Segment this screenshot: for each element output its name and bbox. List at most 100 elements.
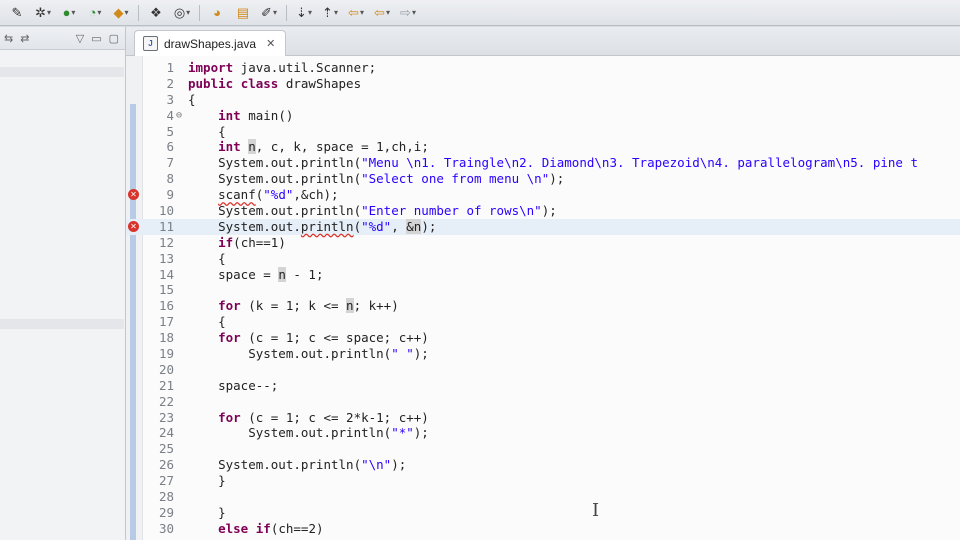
code-line[interactable]: 16 for (k = 1; k <= n; k++) xyxy=(126,298,960,314)
code-line[interactable]: 27 } xyxy=(126,473,960,489)
code-line[interactable]: ✕ 11 System.out.println("%d", &n); xyxy=(126,218,960,235)
code-line[interactable]: 24 System.out.println("*"); xyxy=(126,425,960,441)
gear-icon[interactable]: ✲ ▾ xyxy=(32,4,54,22)
code-line[interactable]: 3{ xyxy=(126,92,960,108)
wand-icon[interactable]: ✐ ▾ xyxy=(258,4,280,22)
minimize-icon[interactable]: ▭ xyxy=(91,32,101,45)
line-number: 16 xyxy=(158,298,174,314)
open-task-icon[interactable]: ◕ xyxy=(206,4,228,22)
code-line[interactable]: ✕ 9 scanf("%d",&ch); xyxy=(126,187,960,203)
code-line[interactable]: 21 space--; xyxy=(126,378,960,394)
line-number: 9 xyxy=(166,187,174,203)
code-text: } xyxy=(188,473,226,489)
tab-drawshapes-java[interactable]: J drawShapes.java ✕ xyxy=(134,30,287,56)
next-annotation-icon[interactable]: ⇡ ▾ xyxy=(319,4,341,22)
code-text: { xyxy=(188,250,226,266)
line-number: 7 xyxy=(166,155,174,171)
code-line[interactable]: 23 for (c = 1; c <= 2*k-1; c++) xyxy=(126,410,960,426)
code-line[interactable]: 10 System.out.println("Enter number of r… xyxy=(126,203,960,219)
annotation-icon[interactable]: ⇣ ▾ xyxy=(293,4,315,22)
line-number: 22 xyxy=(158,393,174,409)
code-line[interactable]: 19 System.out.println(" "); xyxy=(126,346,960,362)
line-number: 14 xyxy=(158,266,174,282)
code-text: { xyxy=(188,314,226,330)
code-line[interactable]: 5 { xyxy=(126,124,960,140)
search-icon[interactable]: ◎ ▾ xyxy=(171,4,193,22)
package-explorer-panel: ⇆ ⇄ ▽ ▭ ▢ xyxy=(0,27,126,540)
code-text: int n, c, k, space = 1,ch,i; xyxy=(218,139,429,155)
maximize-icon[interactable]: ▢ xyxy=(109,32,119,45)
line-number: 20 xyxy=(158,361,174,377)
run-icon[interactable]: ● ▾ xyxy=(58,4,80,22)
code-line[interactable]: 13 { xyxy=(126,251,960,267)
error-marker-icon[interactable]: ✕ xyxy=(128,189,139,201)
line-number: 21 xyxy=(158,377,174,393)
code-line[interactable]: 30 else if(ch==2) xyxy=(126,521,960,537)
code-text: System.out.println(" "); xyxy=(188,346,429,362)
tab-label: drawShapes.java xyxy=(164,36,257,51)
back-icon[interactable]: ⇦ ▾ xyxy=(345,4,367,22)
code-line[interactable]: 20 xyxy=(126,362,960,378)
toolbar-separator xyxy=(138,4,139,21)
toolbar-separator xyxy=(199,4,200,21)
tree-row[interactable] xyxy=(0,319,124,329)
tree-row[interactable] xyxy=(0,67,124,77)
code-line[interactable]: 2 public class drawShapes xyxy=(126,76,960,92)
code-text: System.out.println("Enter number of rows… xyxy=(188,203,557,219)
code-line[interactable]: 6 int n, c, k, space = 1,ch,i; xyxy=(126,139,960,155)
code-text: System.out.println("\n"); xyxy=(188,457,407,473)
code-line[interactable]: 4 ⊖ int main() xyxy=(126,108,960,124)
new-class-icon[interactable]: ◔ ▾ xyxy=(84,4,106,22)
code-editor[interactable]: 1 import java.util.Scanner; 2 public class … xyxy=(126,56,960,540)
line-number: 17 xyxy=(158,314,174,330)
brush-icon[interactable]: ▤ xyxy=(232,4,254,22)
code-text: else if(ch==2) xyxy=(218,520,324,536)
toolbar-separator xyxy=(286,4,287,21)
line-number: 10 xyxy=(158,203,174,219)
line-number: 5 xyxy=(166,123,174,139)
new-package-icon[interactable]: ◆ ▾ xyxy=(110,4,132,22)
editor-tab-row: J drawShapes.java ✕ xyxy=(126,27,960,56)
link-icon[interactable]: ⇄ xyxy=(20,32,29,45)
code-line[interactable]: 15 xyxy=(126,282,960,298)
line-number: 18 xyxy=(158,330,174,346)
code-line[interactable]: 26 System.out.println("\n"); xyxy=(126,457,960,473)
code-line[interactable]: 22 xyxy=(126,394,960,410)
close-tab-icon[interactable]: ✕ xyxy=(266,37,275,50)
code-text: { xyxy=(188,123,226,139)
code-text: import java.util.Scanner; xyxy=(188,60,377,75)
error-marker-icon[interactable]: ✕ xyxy=(128,220,139,232)
code-line[interactable]: 7 System.out.println("Menu \n1. Traingle… xyxy=(126,155,960,171)
forward-icon[interactable]: ⇦ ▾ xyxy=(371,4,393,22)
line-number: 29 xyxy=(158,504,174,520)
line-number: 8 xyxy=(166,171,174,187)
code-text: scanf("%d",&ch); xyxy=(218,187,339,203)
code-text: public class drawShapes xyxy=(188,75,362,91)
line-number: 11 xyxy=(158,218,174,234)
panel-toolbar: ⇆ ⇄ ▽ ▭ ▢ xyxy=(0,27,125,50)
line-number: 25 xyxy=(158,441,174,457)
code-line[interactable]: 1 import java.util.Scanner; xyxy=(126,60,960,76)
text-cursor-icon: I xyxy=(592,500,600,521)
code-line[interactable]: 28 xyxy=(126,489,960,505)
code-line[interactable]: 25 xyxy=(126,441,960,457)
code-line[interactable]: 17 { xyxy=(126,314,960,330)
code-line[interactable]: 18 for (c = 1; c <= space; c++) xyxy=(126,330,960,346)
line-number: 30 xyxy=(158,520,174,536)
line-number: 1 xyxy=(166,60,174,75)
code-line[interactable]: 14 space = n - 1; xyxy=(126,266,960,283)
line-number: 12 xyxy=(158,234,174,250)
fold-icon[interactable]: ⊖ xyxy=(176,108,182,124)
forward-disabled-icon[interactable]: ⇨ ▾ xyxy=(397,4,419,22)
collapse-icon[interactable]: ⇆ xyxy=(4,32,13,45)
code-line[interactable]: 12 if(ch==1) xyxy=(126,235,960,251)
pin-icon[interactable]: ✎ xyxy=(6,4,28,22)
code-lines: 1 import java.util.Scanner; 2 public class … xyxy=(126,60,960,537)
code-line[interactable]: 8 System.out.println("Select one from me… xyxy=(126,171,960,187)
code-line[interactable]: 29 } xyxy=(126,505,960,521)
code-text: } xyxy=(188,504,226,520)
line-number: 13 xyxy=(158,250,174,266)
main-toolbar: ✎ ✲ ▾ ● ▾ ◔ ▾ ◆ ▾ ❖ ◎ ▾ ◕ ▤ ✐ ▾ ⇣ ▾ ⇡ ▾ ⇦ ▾ ⇦ ▾ ⇨ ▾ xyxy=(0,0,960,26)
open-type-icon[interactable]: ❖ xyxy=(145,4,167,22)
view-menu-icon[interactable]: ▽ xyxy=(76,32,84,45)
